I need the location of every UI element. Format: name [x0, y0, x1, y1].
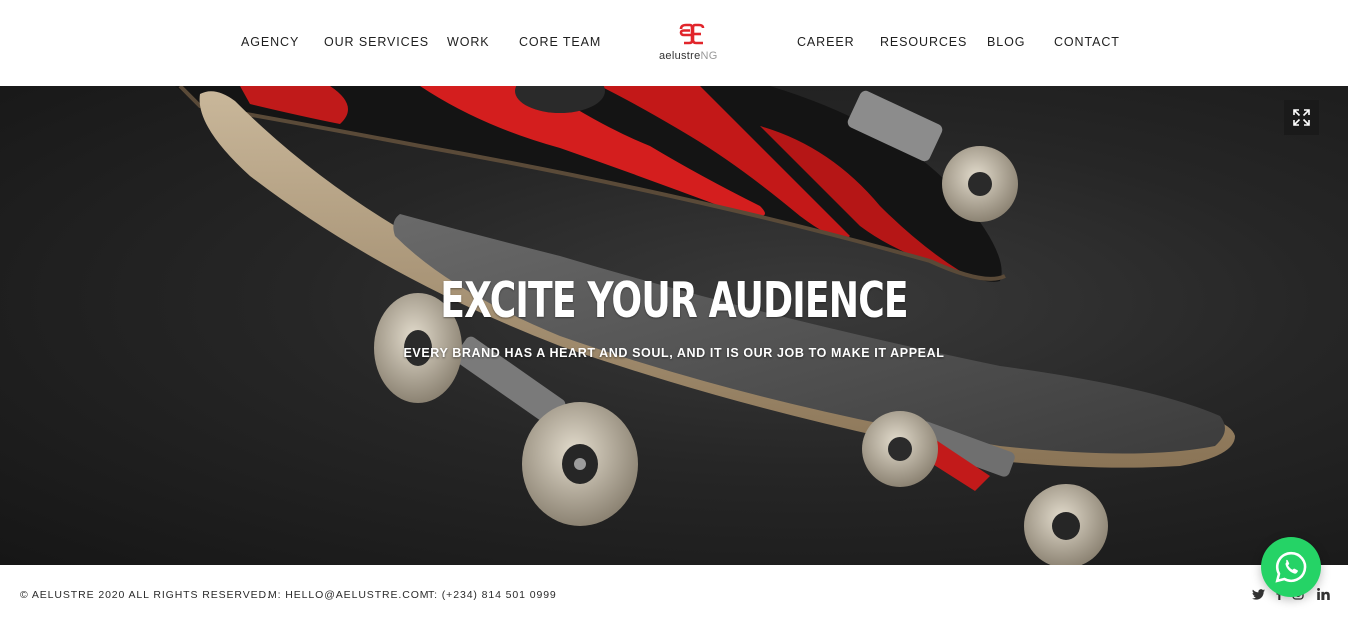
logo-text-suffix: NG — [700, 50, 718, 62]
site-footer: © AELUSTRE 2020 ALL RIGHTS RESERVED. M: … — [0, 565, 1348, 620]
nav-work[interactable]: WORK — [447, 35, 490, 49]
logo-text-main: aelustre — [659, 50, 701, 62]
nav-career[interactable]: CAREER — [797, 35, 855, 49]
whatsapp-icon — [1275, 551, 1307, 583]
nav-blog[interactable]: BLOG — [987, 35, 1025, 49]
hero-subtitle: EVERY BRAND HAS A HEART AND SOUL, AND IT… — [403, 346, 945, 360]
twitter-icon[interactable] — [1251, 585, 1265, 603]
nav-agency[interactable]: AGENCY — [241, 35, 299, 49]
footer-email-link[interactable]: M: HELLO@AELUSTRE.COM — [268, 589, 429, 601]
expand-icon — [1293, 109, 1310, 126]
copyright-text: © AELUSTRE 2020 ALL RIGHTS RESERVED. — [20, 589, 271, 601]
footer-phone-link[interactable]: T: (+234) 814 501 0999 — [428, 589, 557, 601]
logo-wordmark: aelustreNG — [659, 50, 718, 62]
linkedin-icon[interactable] — [1315, 585, 1331, 603]
nav-core-team[interactable]: CORE TEAM — [519, 35, 601, 49]
hero-title: EXCITE YOUR AUDIENCE — [440, 272, 908, 329]
site-logo[interactable]: aelustreNG — [655, 23, 729, 65]
site-header: AGENCY OUR SERVICES WORK CORE TEAM aelus… — [0, 0, 1348, 86]
hero-banner: EXCITE YOUR AUDIENCE EVERY BRAND HAS A H… — [0, 86, 1348, 565]
nav-resources[interactable]: RESOURCES — [880, 35, 967, 49]
nav-contact[interactable]: CONTACT — [1054, 35, 1120, 49]
fullscreen-button[interactable] — [1284, 100, 1319, 135]
nav-our-services[interactable]: OUR SERVICES — [324, 35, 429, 49]
whatsapp-chat-button[interactable] — [1261, 537, 1321, 597]
logo-mark-icon — [679, 23, 705, 45]
